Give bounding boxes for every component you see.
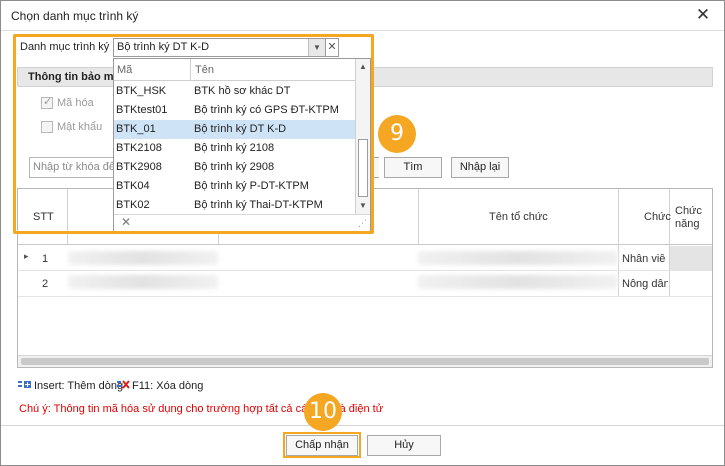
step-badge-9: 9 [378,115,416,153]
cancel-button[interactable]: Hủy [367,435,441,456]
row-stt: 1 [42,253,49,265]
redacted-cell [418,275,618,289]
grid-col-sep [418,189,419,245]
row-divider [18,270,712,271]
grid-scroll-thumb[interactable] [21,358,709,365]
accept-highlight [283,432,361,458]
row-function-cell[interactable] [670,246,712,270]
row-stt: 2 [42,278,49,290]
grid-header-function[interactable]: Chức năng [675,205,711,231]
redacted-cell [418,251,618,265]
row-indicator-icon: ▸ [24,251,29,261]
grid-header-org[interactable]: Tên tổ chức [489,211,548,223]
title-bar: Chọn danh mục trình ký ✕ [1,1,724,31]
dropdown-highlight [13,34,374,234]
footer-divider [1,425,724,426]
row-position[interactable]: Nhân viê [622,253,668,265]
f11-legend: F11: Xóa dòng [132,380,204,392]
grid-col-sep [618,189,619,297]
redacted-cell [68,275,218,289]
delete-row-icon [117,380,131,393]
reset-button[interactable]: Nhập lại [451,157,509,178]
find-button[interactable]: Tìm [384,157,442,178]
step-badge-10: 10 [304,393,342,431]
insert-legend: Insert: Thêm dòng [34,380,124,392]
grid-col-sep [669,189,670,297]
dialog-window: Chọn danh mục trình ký ✕ Thông tin bảo m… [0,0,725,466]
row-position[interactable]: Nông dân [622,278,668,290]
grid-header-position[interactable]: Chức [644,211,671,223]
insert-icon [18,380,32,393]
grid-horizontal-scrollbar[interactable] [18,355,712,367]
dialog-title: Chọn danh mục trình ký [11,9,139,23]
redacted-cell [68,251,218,265]
close-icon[interactable]: ✕ [694,6,712,24]
row-divider [18,296,712,297]
